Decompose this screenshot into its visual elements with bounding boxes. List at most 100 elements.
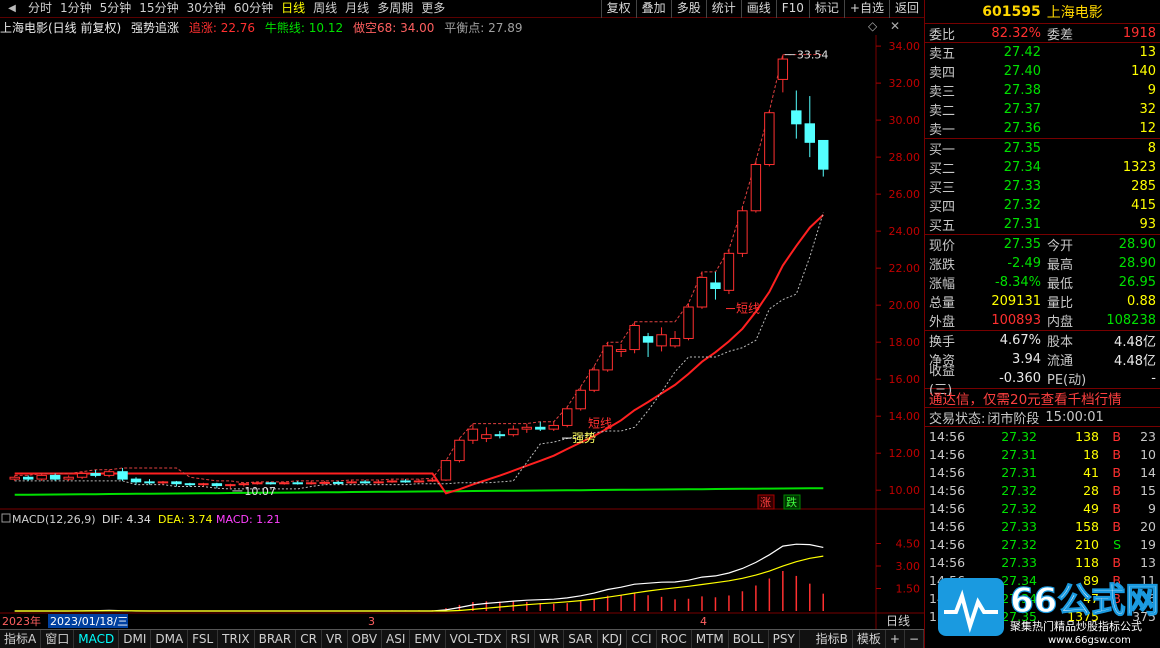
- menu-icon[interactable]: ◇: [868, 19, 877, 33]
- period-tab[interactable]: 更多: [417, 0, 449, 17]
- tick-t: 14:56: [929, 482, 966, 498]
- tool-button[interactable]: F10: [775, 0, 809, 18]
- stat-row: 涨跌 -2.49 最高 28.90: [925, 254, 1160, 273]
- period-tab[interactable]: 15分钟: [135, 0, 182, 17]
- indicator-name[interactable]: 强势追涨: [131, 21, 179, 35]
- period-tab[interactable]: 5分钟: [96, 0, 136, 17]
- y-tick-label: 34.00: [889, 40, 921, 53]
- indicator-tab[interactable]: VR: [322, 630, 348, 648]
- stat-row: 总量 209131 量比 0.88: [925, 292, 1160, 311]
- period-tab[interactable]: 日线: [277, 0, 309, 17]
- indicator-tab[interactable]: CCI: [627, 630, 657, 648]
- candle[interactable]: [440, 460, 452, 481]
- promo-banner[interactable]: 通达信，仅需20元查看千档行情: [925, 389, 1160, 408]
- tool-button[interactable]: 画线: [740, 0, 776, 18]
- watermark-brand: 66公式网: [1010, 581, 1159, 621]
- indicator-tab[interactable]: CR: [296, 630, 322, 648]
- tool-button[interactable]: 叠加: [635, 0, 671, 18]
- candle[interactable]: [575, 386, 586, 411]
- candle[interactable]: [683, 303, 694, 341]
- chevron-left-icon[interactable]: ◀: [4, 1, 20, 17]
- book-price: 27.35: [1003, 141, 1041, 156]
- right-tab[interactable]: +: [886, 630, 905, 648]
- stat-value: -8.34%: [995, 275, 1041, 290]
- period-tab[interactable]: 多周期: [373, 0, 417, 17]
- stats-block: 现价 27.35 今开 28.90 涨跌 -2.49 最高 28.90 涨幅 -8.34% 最低 26…: [925, 235, 1160, 331]
- close-chart-icon[interactable]: ✕: [890, 19, 900, 33]
- period-tab[interactable]: 月线: [341, 0, 373, 17]
- low-price-label: 10.07: [244, 485, 276, 498]
- period-tab[interactable]: 分时: [24, 0, 56, 17]
- right-tab[interactable]: −: [905, 630, 924, 648]
- indicator-tab[interactable]: 指标A: [0, 630, 42, 648]
- indicator-tab[interactable]: MACD: [74, 630, 120, 648]
- indicator-tab[interactable]: DMI: [119, 630, 152, 648]
- tick-p: 27.33: [1001, 518, 1037, 534]
- tool-button[interactable]: 返回: [888, 0, 924, 18]
- tick-bs: B: [1112, 482, 1121, 498]
- weicha-value: 1918: [1122, 25, 1156, 41]
- indicator-tab[interactable]: PSY: [769, 630, 800, 648]
- macd-value-label: MACD: 1.21: [216, 513, 281, 526]
- candle[interactable]: [764, 110, 775, 167]
- period-tab[interactable]: 30分钟: [183, 0, 230, 17]
- candle[interactable]: [629, 321, 640, 354]
- stat-label: 涨幅: [929, 277, 956, 292]
- kline-chart[interactable]: 34.00 32.00 30.00 28.00 26.00 24.00 22.00 20.00…: [0, 35, 924, 629]
- indicator-tab[interactable]: TRIX: [218, 630, 255, 648]
- indicator-tab[interactable]: KDJ: [598, 630, 628, 648]
- tick-n: 13: [1140, 554, 1156, 570]
- candle[interactable]: [723, 249, 735, 295]
- indicator-tab[interactable]: SAR: [564, 630, 598, 648]
- indicator-tab[interactable]: BRAR: [255, 630, 297, 648]
- candle[interactable]: [454, 438, 465, 463]
- indicator-tab[interactable]: BOLL: [729, 630, 769, 648]
- indicator-tab[interactable]: ASI: [382, 630, 411, 648]
- candle[interactable]: [602, 342, 613, 372]
- tick-bs: B: [1112, 446, 1121, 462]
- y-tick-label: 26.00: [889, 188, 921, 201]
- book-price: 27.34: [1003, 160, 1041, 175]
- candle[interactable]: [588, 366, 600, 393]
- tick-row: 14:56 27.31 41 B 14: [925, 463, 1160, 481]
- right-tab[interactable]: 模板: [853, 630, 886, 648]
- stats-block-2: 换手 4.67% 股本 4.48亿 净资 3.94 流通 4.48亿 收益(三) -0.360 PE…: [925, 331, 1160, 398]
- weicha-label: 委差: [1047, 27, 1074, 43]
- candle[interactable]: [562, 406, 573, 428]
- stat-label: 外盘: [929, 315, 956, 330]
- indicator-tab[interactable]: DMA: [151, 630, 189, 648]
- tool-buttons: 复权 叠加 多股 统计 画线 F10 标记 +自选 返回: [600, 0, 924, 18]
- indicator-tab[interactable]: ROC: [657, 630, 692, 648]
- indicator-tab[interactable]: WR: [535, 630, 565, 648]
- indicator-tab[interactable]: VOL-TDX: [446, 630, 507, 648]
- candle[interactable]: [737, 207, 748, 258]
- macd-label: MACD(12,26,9): [12, 513, 96, 526]
- tool-button[interactable]: +自选: [843, 0, 889, 18]
- book-label: 卖一: [929, 123, 956, 138]
- niuxian-value: 牛熊线: 10.12: [264, 21, 344, 35]
- indicator-tab[interactable]: OBV: [348, 630, 383, 648]
- book-price: 27.37: [1003, 102, 1041, 117]
- right-tab[interactable]: 指标B: [812, 630, 853, 648]
- indicator-tab[interactable]: EMV: [410, 630, 446, 648]
- indicator-tab[interactable]: MTM: [692, 630, 729, 648]
- period-tab[interactable]: 60分钟: [230, 0, 277, 17]
- tool-button[interactable]: 多股: [670, 0, 706, 18]
- y-tick-label: 16.00: [889, 373, 921, 386]
- tool-button[interactable]: 统计: [705, 0, 741, 18]
- top-toolbar: ◀ 分时 1分钟 5分钟 15分钟 30分钟 60分钟 日线 周线 月线 多周期 更多 复权 叠加 多股…: [0, 0, 924, 18]
- indicator-tab[interactable]: 窗口: [41, 630, 75, 648]
- period-tab[interactable]: 1分钟: [56, 0, 96, 17]
- candle[interactable]: [696, 271, 708, 309]
- tool-button[interactable]: 标记: [808, 0, 844, 18]
- tool-button[interactable]: 复权: [600, 0, 636, 18]
- indicator-tab[interactable]: FSL: [188, 630, 219, 648]
- period-tab[interactable]: 周线: [309, 0, 341, 17]
- book-label: 买三: [929, 181, 956, 196]
- indicator-tab[interactable]: RSI: [507, 630, 536, 648]
- period-tabs: 分时 1分钟 5分钟 15分钟 30分钟 60分钟 日线 周线 月线 多周期 更多: [24, 0, 449, 17]
- tick-t: 14:56: [929, 554, 966, 570]
- candle[interactable]: [750, 160, 762, 213]
- ask-book: 卖五 27.42 13 卖四 27.40 140 卖三 27.38 9 卖二 27.37 32 卖一 27…: [925, 43, 1160, 139]
- tick-t: 14:56: [929, 428, 966, 444]
